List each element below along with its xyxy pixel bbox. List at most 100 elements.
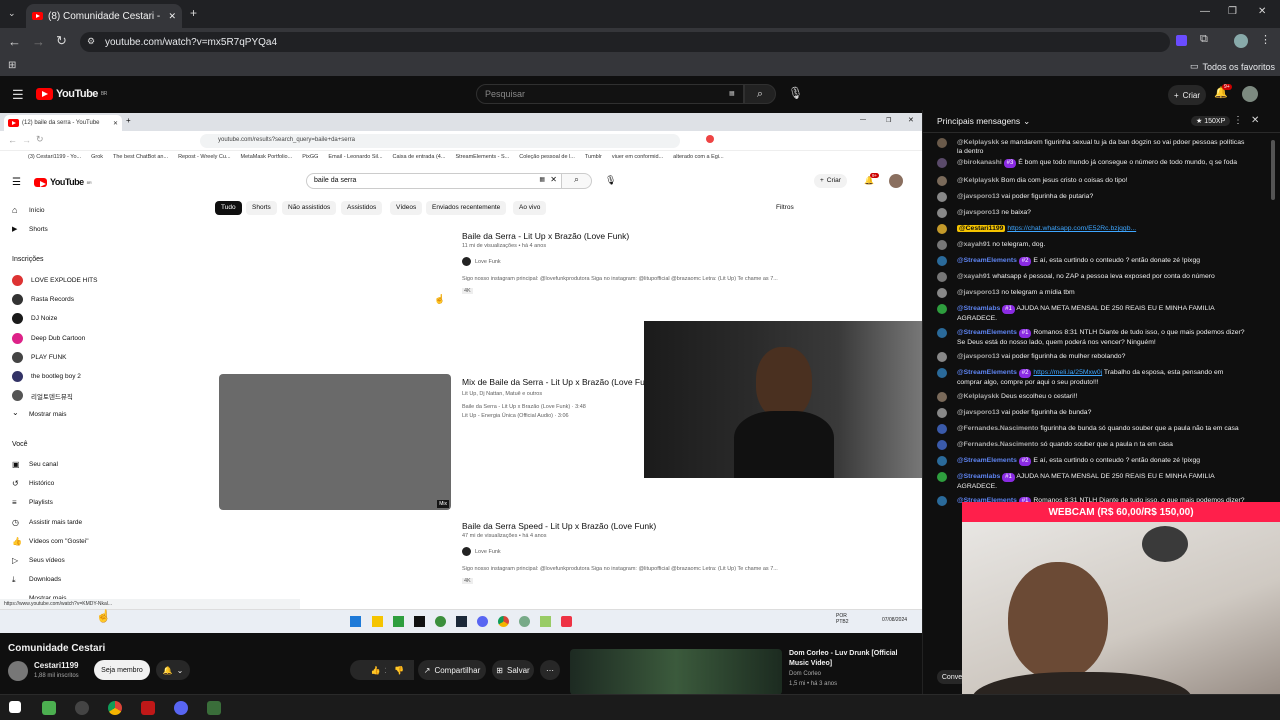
- file-explorer-icon[interactable]: [372, 616, 383, 627]
- youtube-logo[interactable]: YouTube BR: [34, 177, 92, 187]
- profile-avatar[interactable]: [1234, 34, 1248, 48]
- keyboard-icon[interactable]: ▦: [729, 90, 735, 97]
- chat-author[interactable]: @javsporo13: [957, 209, 1000, 216]
- related-thumbnail[interactable]: [570, 649, 782, 695]
- chat-author[interactable]: @Fernandes.Nascimento: [957, 425, 1038, 432]
- chat-author[interactable]: @StreamElements: [957, 257, 1017, 264]
- close-window-icon[interactable]: ✕: [1258, 6, 1266, 17]
- create-button[interactable]: + Criar: [1168, 85, 1206, 105]
- filter-chip[interactable]: Não assistidos: [282, 201, 337, 215]
- chat-link[interactable]: https://meli.la/25Mxw0j: [1033, 369, 1102, 376]
- bookmark-item[interactable]: MetaMask Portfolio...: [241, 154, 293, 162]
- app-icon[interactable]: [207, 701, 221, 715]
- result-channel[interactable]: Love Funk: [462, 547, 501, 556]
- chat-message[interactable]: @javsporo13 ne baixa?: [937, 208, 1249, 218]
- extension-icon[interactable]: [1176, 35, 1187, 46]
- sidebar-subscription[interactable]: the bootleg boy 2: [12, 371, 81, 382]
- search-button[interactable]: ⌕: [562, 173, 592, 189]
- inner-tab[interactable]: (12) baile da serra - YouTube ✕: [4, 115, 122, 131]
- sidebar-subscription[interactable]: Rasta Records: [12, 294, 74, 306]
- sidebar-subscription[interactable]: PLAY FUNK: [12, 351, 67, 363]
- filter-chip[interactable]: Assistidos: [341, 201, 383, 215]
- sidebar-you-item[interactable]: ◷ Assistir mais tarde: [12, 518, 82, 527]
- result-title[interactable]: Baile da Serra - Lit Up x Brazão (Love F…: [462, 231, 629, 241]
- chat-author[interactable]: @Cestari1199: [957, 225, 1006, 232]
- tray-language[interactable]: POR PTB2: [836, 613, 849, 625]
- chat-message[interactable]: @StreamElements #2 E aí, esta curtindo o…: [937, 256, 1249, 266]
- app-icon[interactable]: [393, 616, 404, 627]
- chrome-icon[interactable]: [108, 701, 122, 715]
- maximize-icon[interactable]: ❐: [1228, 6, 1237, 17]
- app-icon[interactable]: [414, 616, 425, 627]
- brave-icon[interactable]: [561, 616, 572, 627]
- discord-icon[interactable]: [174, 701, 188, 715]
- you-header[interactable]: Você: [12, 441, 28, 448]
- reload-icon[interactable]: ↻: [56, 33, 67, 49]
- sidebar-item-shorts[interactable]: ▶ Shorts: [12, 225, 48, 234]
- create-button[interactable]: + Criar: [814, 174, 847, 188]
- avatar[interactable]: [889, 174, 903, 188]
- windows-start-icon[interactable]: [9, 701, 21, 713]
- browser-menu-icon[interactable]: ⋮: [1260, 33, 1271, 46]
- chat-author[interactable]: @xayah91: [957, 273, 990, 280]
- chat-author[interactable]: @Kelplayskk: [957, 139, 999, 146]
- voice-search-icon[interactable]: 🎙: [788, 86, 803, 100]
- filter-chip[interactable]: Ao vivo: [513, 201, 547, 215]
- close-window-icon[interactable]: ✕: [908, 116, 914, 124]
- filter-chip[interactable]: Shorts: [246, 201, 277, 215]
- chat-message[interactable]: @Kelplayskk se mandarem figurinha sexual…: [937, 138, 1249, 156]
- chat-author[interactable]: @StreamElements: [957, 457, 1017, 464]
- steam-icon[interactable]: [456, 616, 467, 627]
- chat-message[interactable]: @Kelplayskk Deus escolheu o cestari!!: [937, 392, 1249, 402]
- share-button[interactable]: ↗ Compartilhar: [418, 660, 486, 680]
- related-title[interactable]: Dom Corleo - Luv Drunk [Official Music V…: [789, 649, 919, 669]
- mix-track[interactable]: Baile da Serra - Lit Up x Brazão (Love F…: [462, 404, 586, 410]
- chrome-icon[interactable]: [498, 616, 509, 627]
- bookmark-item[interactable]: PixGG: [302, 154, 318, 162]
- filters-button[interactable]: Filtros: [776, 204, 794, 211]
- filter-chip[interactable]: Tudo: [215, 201, 242, 215]
- related-channel[interactable]: Dom Corleo: [789, 671, 821, 677]
- chat-author[interactable]: @Streamlabs: [957, 473, 1000, 480]
- avatar[interactable]: [1242, 86, 1258, 102]
- chat-message[interactable]: @javsporo13 vai poder figurinha de bunda…: [937, 408, 1249, 418]
- extension-icon[interactable]: [706, 135, 714, 143]
- chat-author[interactable]: @javsporo13: [957, 193, 1000, 200]
- result-channel[interactable]: Love Funk: [462, 257, 501, 266]
- sidebar-item-home[interactable]: ⌂ Início: [12, 206, 45, 215]
- inner-url-field[interactable]: youtube.com/results?search_query=baile+d…: [200, 134, 680, 148]
- bookmark-item[interactable]: (3) Cestari1199 - Yo...: [28, 154, 81, 162]
- channel-avatar[interactable]: [8, 661, 28, 681]
- chat-message[interactable]: @StreamElements #1 Romanos 8:31 NTLH Dia…: [937, 328, 1249, 347]
- clear-search-icon[interactable]: ✕: [550, 175, 557, 184]
- chat-message[interactable]: @javsporo13 vai poder figurinha de mulhe…: [937, 352, 1249, 362]
- subscriptions-header[interactable]: Inscrições: [12, 256, 44, 263]
- chat-author[interactable]: @birokanashi: [957, 159, 1002, 166]
- chat-author[interactable]: @Kelplayskk: [957, 177, 999, 184]
- back-icon[interactable]: ←: [8, 135, 17, 145]
- chat-message[interactable]: @xayah91 no telegram, dog.: [937, 240, 1249, 250]
- close-tab-icon[interactable]: ✕: [168, 11, 176, 22]
- sidebar-you-item[interactable]: 👍 Vídeos com "Gostei": [12, 537, 89, 546]
- chat-mode-selector[interactable]: Principais mensagens ⌄: [937, 116, 1030, 127]
- sidebar-subscription[interactable]: Deep Dub Cartoon: [12, 332, 85, 344]
- chat-message[interactable]: @StreamElements #2 E aí, esta curtindo o…: [937, 456, 1249, 466]
- mix-thumbnail[interactable]: Mix: [219, 374, 451, 510]
- bookmark-item[interactable]: Caixa de entrada (4...: [393, 154, 446, 162]
- chat-message[interactable]: @Streamlabs #1 AJUDA NA META MENSAL DE 2…: [937, 304, 1249, 323]
- extensions-puzzle-icon[interactable]: ⧉: [1200, 33, 1208, 46]
- search-input[interactable]: baile da serra ▦ ✕: [306, 173, 562, 189]
- keyboard-icon[interactable]: ▦: [539, 176, 545, 183]
- chat-message[interactable]: @birokanashi #3 É bom que todo mundo já …: [937, 158, 1249, 168]
- chat-author[interactable]: @javsporo13: [957, 289, 1000, 296]
- android-app-icon[interactable]: [42, 701, 56, 715]
- omnibox[interactable]: ⚙ youtube.com/watch?v=mx5R7qPYQa4: [80, 32, 1170, 52]
- bookmark-item[interactable]: Grok: [91, 154, 103, 162]
- youtube-logo[interactable]: YouTube BR: [36, 88, 107, 100]
- menu-hamburger-icon[interactable]: ☰: [12, 87, 24, 103]
- back-icon[interactable]: ←: [8, 34, 21, 49]
- filter-chip[interactable]: Vídeos: [390, 201, 423, 215]
- chat-author[interactable]: @Streamlabs: [957, 305, 1000, 312]
- app-icon[interactable]: [540, 616, 551, 627]
- chat-link[interactable]: https://chat.whatsapp.com/E52Rc.bzjqgb..…: [1007, 225, 1136, 232]
